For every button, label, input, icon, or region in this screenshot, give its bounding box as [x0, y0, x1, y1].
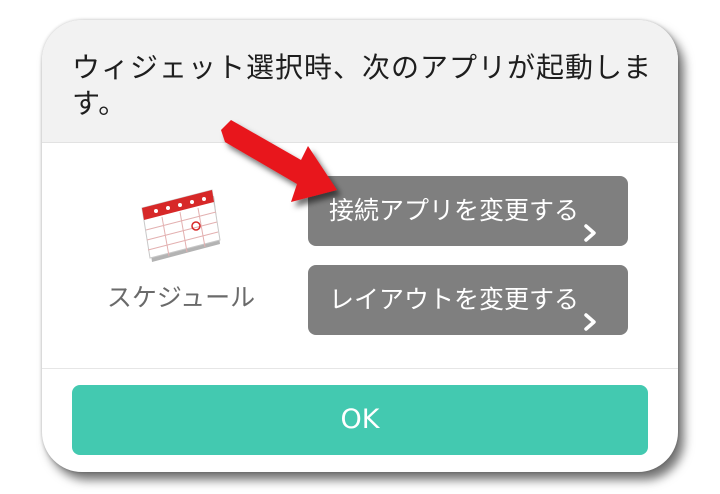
- widget-app-dialog: ウィジェット選択時、次のアプリが起動します。 スケジュール 接続アプリを変更する…: [42, 20, 678, 472]
- dialog-message: ウィジェット選択時、次のアプリが起動します。: [72, 51, 653, 120]
- annotation-arrow-icon: [205, 118, 355, 218]
- ok-button[interactable]: OK: [72, 385, 648, 455]
- change-connected-app-button[interactable]: 接続アプリを変更する: [308, 176, 628, 246]
- chevron-right-icon: [581, 289, 599, 331]
- change-layout-label: レイアウトを変更する: [328, 285, 579, 314]
- change-layout-button[interactable]: レイアウトを変更する: [308, 265, 628, 335]
- divider: [42, 368, 678, 369]
- app-name-label: スケジュール: [106, 283, 256, 312]
- chevron-right-icon: [581, 200, 599, 242]
- change-connected-app-label: 接続アプリを変更する: [328, 196, 579, 225]
- dialog-header: ウィジェット選択時、次のアプリが起動します。: [42, 20, 678, 143]
